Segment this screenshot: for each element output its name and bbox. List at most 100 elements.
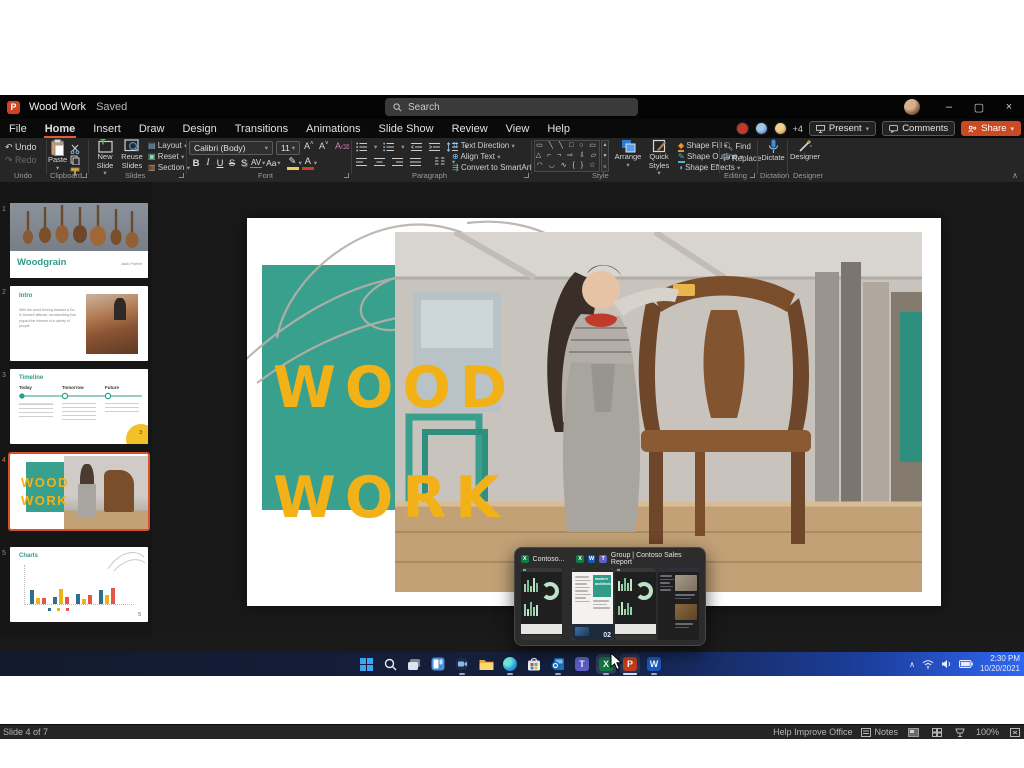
battery-icon[interactable] [959,660,973,668]
speaker-icon[interactable] [941,659,952,669]
tab-animations[interactable]: Animations [297,119,369,138]
teams-button[interactable]: T [572,654,592,674]
tab-view[interactable]: View [497,119,539,138]
fit-to-window-button[interactable] [1008,727,1022,738]
tab-home[interactable]: Home [36,119,85,138]
clipboard-dialog-launcher[interactable] [82,173,87,178]
taskbar-search-button[interactable] [380,654,400,674]
slides-dialog-launcher[interactable] [179,173,184,178]
shapes-gallery-scrollbar[interactable]: ▲ ▼ ≡ [601,140,609,172]
tab-insert[interactable]: Insert [84,119,130,138]
italic-button[interactable]: I [202,158,214,168]
reuse-slides-button[interactable]: Reuse Slides [119,139,145,170]
help-improve-office-link[interactable]: Help Improve Office [773,727,852,737]
slide-title-line1[interactable]: WOOD [273,360,516,417]
editing-dialog-launcher[interactable] [750,173,755,178]
underline-button[interactable]: U [214,158,226,169]
arrange-button[interactable]: Arrange ▾ [613,139,643,169]
section-button[interactable]: ▥ Section ▾ [148,163,190,172]
align-text-button[interactable]: ⊕ Align Text ▾ [452,152,501,161]
task-view-button[interactable] [404,654,424,674]
change-case-dropdown[interactable]: ▾ [277,159,280,167]
convert-smartart-button[interactable]: ⇶ Convert to SmartArt ▾ [452,163,537,172]
wifi-icon[interactable] [922,659,934,669]
increase-font-button[interactable]: A˄ [304,141,314,151]
tab-slideshow[interactable]: Slide Show [370,119,443,138]
tab-design[interactable]: Design [173,119,225,138]
new-slide-button[interactable]: New Slide ▾ [92,139,118,178]
present-button[interactable]: Present ▾ [809,121,876,136]
excel-window-preview[interactable] [521,568,562,640]
word-button[interactable]: W [644,654,664,674]
share-button[interactable]: Share ▾ [961,121,1021,136]
share-dropdown-icon[interactable]: ▾ [1010,125,1014,133]
shapes-row-2[interactable]: △ ⌐ ¬ ⇨ ⇩ ▱ [535,151,599,161]
find-button[interactable]: 🔍︎ Find [723,142,751,151]
justify-icon[interactable] [410,157,422,167]
widgets-button[interactable] [428,654,448,674]
user-avatar[interactable] [904,99,920,115]
tab-help[interactable]: Help [538,119,579,138]
font-name-select[interactable]: Calibri (Body)▾ [189,141,273,155]
slide-thumbnail-2[interactable]: Intro With the world turning towards a D… [10,286,148,361]
close-button[interactable]: × [994,95,1024,119]
designer-button[interactable]: Designer [790,139,820,162]
collapse-ribbon-icon[interactable]: ∧ [1012,171,1018,180]
columns-icon[interactable] [434,157,446,167]
reset-button[interactable]: ▣ Reset ▾ [148,152,184,161]
bold-button[interactable]: B [190,158,202,169]
numbering-icon[interactable] [383,142,395,152]
decrease-indent-icon[interactable] [411,142,423,152]
increase-indent-icon[interactable] [429,142,441,152]
bullets-icon[interactable] [356,142,368,152]
font-size-select[interactable]: 11▾ [276,141,300,155]
zoom-level[interactable]: 100% [976,727,999,737]
edge-button[interactable] [500,654,520,674]
shapes-scroll-down-icon[interactable]: ▼ [603,153,608,159]
outlook-button[interactable] [548,654,568,674]
paragraph-dialog-launcher[interactable] [524,173,529,178]
tab-draw[interactable]: Draw [130,119,174,138]
align-center-icon[interactable] [374,157,386,167]
text-direction-button[interactable]: ⇅ Text Direction ▾ [452,141,515,150]
quick-styles-button[interactable]: Quick Styles ▾ [645,139,673,178]
clear-formatting-button[interactable]: A⌫ [335,141,350,151]
slide-thumbnail-3[interactable]: Timeline Today Tomorrow Future 3 [10,369,148,444]
slideshow-view-button[interactable] [953,727,967,738]
shapes-row-1[interactable]: ▭ ╲ ╲ □ ○ ▭ [535,141,599,151]
slide-thumbnail-1[interactable]: Woodgrain Jack Purten [10,203,148,278]
word-document-preview[interactable]: modern architecture 02 [572,568,613,640]
powerpoint-app-icon[interactable]: P [7,101,20,114]
collaborator-avatar-1[interactable] [736,122,749,135]
present-dropdown-icon[interactable]: ▾ [866,125,870,133]
tray-chevron-icon[interactable]: ∧ [909,660,915,669]
restore-button[interactable]: ▢ [964,95,994,119]
chat-button[interactable] [452,654,472,674]
collaborator-avatar-2[interactable] [755,122,768,135]
slide-thumbnail-4-selected[interactable]: WOOD WORK [10,454,148,529]
slide-thumbnail-5[interactable]: Charts [10,547,148,622]
search-input[interactable]: Search [385,98,638,116]
character-spacing-button[interactable]: AV [250,158,262,168]
tab-file[interactable]: File [0,119,36,138]
shapes-row-3[interactable]: ◠ ◡ ∿ { } ☆ [535,161,599,171]
tab-transitions[interactable]: Transitions [226,119,297,138]
numbering-dropdown[interactable]: ▾ [401,143,404,151]
replace-button[interactable]: ⇄ Replace [723,154,761,163]
shapes-more-icon[interactable]: ≡ [604,164,607,170]
excel-window-preview-2[interactable] [615,568,656,640]
collaborator-overflow-count[interactable]: +4 [793,124,803,134]
minimize-button[interactable]: – [934,95,964,119]
paste-button[interactable]: Paste ▾ [48,139,67,172]
shapes-gallery[interactable]: ▭ ╲ ╲ □ ○ ▭ △ ⌐ ¬ ⇨ ⇩ ▱ ◠ ◡ ∿ { } ☆ [534,140,600,172]
align-left-icon[interactable] [356,157,368,167]
font-dialog-launcher[interactable] [344,173,349,178]
dictate-button[interactable]: Dictate [760,139,786,163]
font-color-button[interactable]: A [302,156,314,170]
shape-fill-button[interactable]: ◆ Shape Fill ▾ [678,141,727,152]
slide-sorter-view-button[interactable] [930,727,944,738]
font-color-dropdown[interactable]: ▾ [314,159,317,167]
layout-button[interactable]: ▤ Layout ▾ [148,141,187,150]
clock[interactable]: 2:30 PM 10/20/2021 [980,654,1020,674]
powerpoint-button[interactable]: P [620,654,640,674]
